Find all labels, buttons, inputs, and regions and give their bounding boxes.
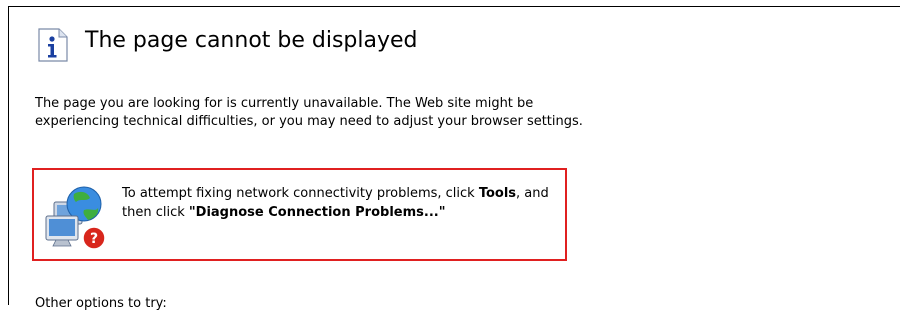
diagnose-connection-label: "Diagnose Connection Problems..." (188, 205, 446, 220)
page-title: The page cannot be displayed (85, 28, 418, 53)
error-message: The page you are looking for is currentl… (35, 96, 583, 129)
info-icon (38, 28, 68, 62)
network-diagnose-icon: ? (45, 186, 106, 250)
other-options-heading: Other options to try: (35, 296, 167, 311)
diagnose-text-prefix: To attempt fixing network connectivity p… (122, 186, 479, 201)
svg-text:?: ? (90, 231, 98, 247)
diagnose-instructions: To attempt fixing network connectivity p… (122, 184, 562, 222)
tools-menu-label: Tools (478, 186, 517, 201)
diagnose-connection-box: ? To attempt fixing network connectivity… (32, 168, 567, 261)
